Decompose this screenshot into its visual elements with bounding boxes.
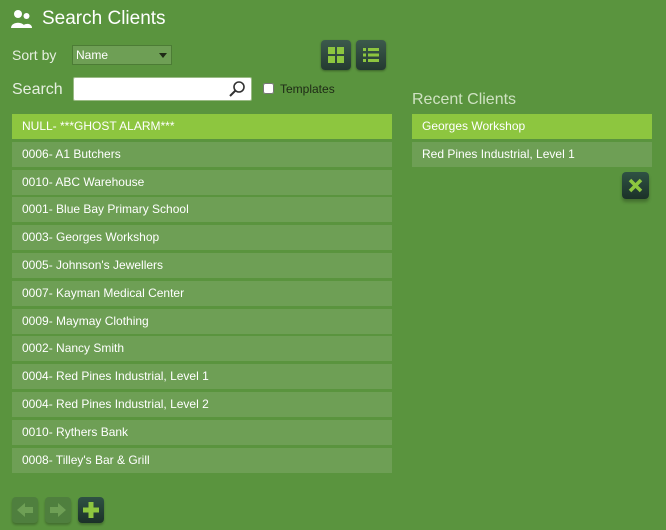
search-input[interactable] <box>78 79 230 101</box>
templates-label: Templates <box>280 82 335 96</box>
previous-button[interactable] <box>12 497 38 523</box>
grid-view-icon <box>328 47 344 63</box>
list-view-button[interactable] <box>356 40 386 70</box>
arrow-left-icon <box>17 503 33 517</box>
plus-icon <box>83 502 99 518</box>
client-row[interactable]: 0005- Johnson's Jewellers <box>12 252 392 278</box>
client-row[interactable]: 0006- A1 Butchers <box>12 141 392 167</box>
sort-by-select[interactable]: Name <box>72 45 172 65</box>
chevron-down-icon <box>159 53 167 58</box>
search-box <box>73 77 252 101</box>
client-row[interactable]: 0004- Red Pines Industrial, Level 2 <box>12 391 392 417</box>
client-row[interactable]: 0003- Georges Workshop <box>12 225 392 251</box>
client-row[interactable]: 0007- Kayman Medical Center <box>12 280 392 306</box>
users-icon <box>11 10 32 28</box>
page-title: Search Clients <box>42 8 166 29</box>
recent-client-row[interactable]: Red Pines Industrial, Level 1 <box>412 142 652 167</box>
client-list: NULL- ***GHOST ALARM*** 0006- A1 Butchers… <box>12 114 392 475</box>
client-row[interactable]: 0002- Nancy Smith <box>12 336 392 362</box>
sort-by-label: Sort by <box>12 47 57 63</box>
client-row[interactable]: 0008- Tilley's Bar & Grill <box>12 447 392 473</box>
templates-checkbox[interactable] <box>263 83 274 94</box>
client-row[interactable]: 0010- ABC Warehouse <box>12 169 392 195</box>
client-row[interactable]: NULL- ***GHOST ALARM*** <box>12 114 392 139</box>
grid-view-button[interactable] <box>321 40 351 70</box>
arrow-right-icon <box>50 503 66 517</box>
list-view-icon <box>363 48 379 62</box>
search-icon[interactable] <box>228 80 246 98</box>
client-row[interactable]: 0009- Maymay Clothing <box>12 308 392 334</box>
recent-clients-list: Georges Workshop Red Pines Industrial, Le… <box>412 114 652 170</box>
recent-client-row[interactable]: Georges Workshop <box>412 114 652 139</box>
next-button[interactable] <box>45 497 71 523</box>
header: Search Clients <box>10 6 166 32</box>
client-row[interactable]: 0010- Rythers Bank <box>12 419 392 445</box>
clear-recent-button[interactable] <box>622 172 649 199</box>
client-row[interactable]: 0001- Blue Bay Primary School <box>12 197 392 223</box>
add-client-button[interactable] <box>78 497 104 523</box>
search-label: Search <box>12 81 63 98</box>
sort-by-value: Name <box>76 48 109 62</box>
recent-clients-title: Recent Clients <box>412 91 517 108</box>
close-icon <box>628 178 643 193</box>
client-row[interactable]: 0004- Red Pines Industrial, Level 1 <box>12 364 392 390</box>
